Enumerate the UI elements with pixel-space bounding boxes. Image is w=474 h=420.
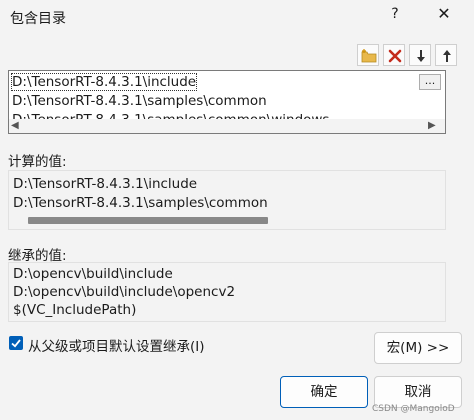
browse-button[interactable]: ... [419,74,441,90]
inherited-line: D:\opencv\build\include [13,266,173,282]
scroll-left-icon[interactable]: ◀ [11,120,19,131]
inherited-value-label: 继承的值: [8,248,67,264]
inherited-line: D:\opencv\build\include\opencv2 [13,284,236,300]
move-up-icon [443,50,451,62]
evaluated-value-label: 计算的值: [8,154,67,170]
delete-line-button[interactable] [383,44,405,66]
move-down-button[interactable] [409,44,431,66]
inherit-label[interactable]: 从父级或项目默认设置继承(I) [28,335,205,355]
evaluated-scrollbar-thumb[interactable] [28,217,268,224]
move-down-icon [417,50,425,62]
inherited-line: $(VC_IncludePath) [13,302,137,318]
evaluated-line: D:\TensorRT-8.4.3.1\include [13,176,198,192]
ok-button[interactable]: 确定 [280,376,368,408]
title-bar: 包含目录 ? ✕ [0,0,474,34]
window-title: 包含目录 [10,11,66,27]
delete-icon [388,49,402,63]
new-folder-icon [361,49,377,63]
new-line-button[interactable] [357,44,379,66]
evaluated-line: D:\TensorRT-8.4.3.1\samples\common [13,195,268,211]
watermark: CSDN @MangoloD [372,404,455,414]
help-button[interactable]: ? [388,6,402,22]
close-button[interactable]: ✕ [434,4,454,23]
move-up-button[interactable] [435,44,457,66]
list-item[interactable]: D:\TensorRT-8.4.3.1\include [10,73,198,91]
list-item[interactable]: D:\TensorRT-8.4.3.1\samples\common [12,93,267,109]
list-horizontal-scrollbar[interactable]: ◀ ▶ [9,119,445,133]
scroll-right-icon[interactable]: ▶ [428,120,436,131]
inherited-value-box: D:\opencv\build\include D:\opencv\build\… [8,262,446,322]
macros-button[interactable]: 宏(M) >> [374,332,462,364]
checkmark-icon [11,339,21,348]
inherit-checkbox[interactable] [9,336,23,350]
